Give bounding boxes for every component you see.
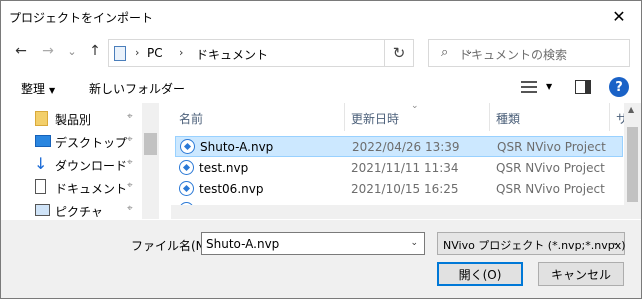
import-project-dialog: プロジェクトをインポート ✕ ← → ⌄ ↑ › PC › ドキュメント ⌄ ↻… (0, 0, 642, 299)
nav-item-desktop[interactable]: デスクトップ ⌖ (1, 130, 143, 152)
nav-scrollbar-thumb[interactable] (144, 133, 157, 155)
file-name: test06.nvp (199, 182, 264, 196)
nvivo-file-icon (179, 160, 194, 175)
file-date: 2022/04/26 13:39 (352, 140, 460, 154)
documents-location-icon (114, 46, 126, 61)
cancel-button[interactable]: キャンセル (538, 262, 624, 286)
file-date: 2021/10/15 16:25 (351, 182, 459, 196)
nvivo-file-icon (179, 181, 194, 196)
filename-value: Shuto-A.nvp (206, 237, 280, 251)
pin-icon: ⌖ (127, 157, 133, 168)
nav-item-products[interactable]: 製品別 ⌖ (1, 107, 143, 129)
nav-item-label: デスクトップ (55, 136, 128, 150)
desktop-icon (35, 135, 51, 147)
refresh-button[interactable]: ↻ (384, 39, 414, 67)
column-divider[interactable] (609, 103, 610, 131)
file-row[interactable]: Shuto-A.nvp 2022/04/26 13:39 QSR NVivo P… (175, 136, 623, 157)
pin-icon: ⌖ (127, 180, 133, 191)
scroll-up-icon[interactable]: ▲ (628, 105, 634, 114)
close-icon[interactable]: ✕ (597, 1, 641, 31)
pin-icon: ⌖ (127, 203, 133, 214)
column-divider[interactable] (489, 103, 490, 131)
preview-pane-icon[interactable] (575, 80, 591, 94)
breadcrumb-pc[interactable]: PC (147, 46, 163, 60)
nav-item-label: 製品別 (55, 113, 92, 127)
dialog-footer: ファイル名(N): Shuto-A.nvp ⌄ NVivo プロジェクト (*.… (1, 220, 641, 298)
pin-icon: ⌖ (127, 111, 133, 122)
search-icon: ⌕ (441, 45, 449, 60)
back-arrow-icon[interactable]: ← (11, 41, 31, 61)
download-icon: ↓ (34, 154, 48, 173)
forward-arrow-icon[interactable]: → (38, 41, 58, 61)
title-bar: プロジェクトをインポート ✕ (1, 1, 641, 33)
dialog-title: プロジェクトをインポート (9, 11, 154, 25)
pin-icon: ⌖ (127, 134, 133, 145)
organize-button[interactable]: 整理 ▼ (21, 80, 55, 97)
open-button[interactable]: 開く(O) (437, 262, 523, 286)
breadcrumb-separator-icon: › (179, 46, 184, 59)
recent-locations-icon[interactable]: ⌄ (62, 41, 82, 61)
file-type: QSR NVivo Project (496, 161, 605, 175)
search-input[interactable]: ⌕ ドキュメントの検索 (428, 39, 630, 67)
column-divider[interactable] (344, 103, 345, 131)
column-header-name[interactable]: 名前 (179, 110, 203, 127)
file-list: 名前 ⌄ 更新日時 種類 サ Shuto-A.nvp 2022/04/26 13… (171, 103, 641, 219)
toolbar: 整理 ▼ 新しいフォルダー ▼ ? (1, 76, 641, 102)
pictures-icon (35, 204, 50, 216)
address-bar[interactable]: › PC › ドキュメント ⌄ (108, 39, 473, 67)
search-placeholder: ドキュメントの検索 (459, 48, 568, 62)
view-options-icon[interactable] (521, 80, 537, 94)
up-arrow-icon[interactable]: ↑ (85, 41, 105, 61)
file-type: QSR NVivo Project (497, 140, 606, 154)
sort-chevron-icon: ⌄ (411, 103, 419, 111)
nvivo-file-icon (180, 139, 195, 154)
breadcrumb-separator-icon: › (135, 46, 140, 59)
breadcrumb-documents[interactable]: ドキュメント (196, 46, 268, 63)
help-icon[interactable]: ? (609, 77, 629, 97)
filetype-value: NVivo プロジェクト (*.nvp;*.nvpx) (443, 239, 626, 252)
file-name: test.nvp (199, 161, 249, 175)
organize-label: 整理 (21, 82, 46, 96)
column-header-date[interactable]: 更新日時 (351, 110, 399, 127)
chevron-down-icon: ⌄ (611, 238, 619, 248)
nav-item-label: ピクチャ (55, 205, 103, 219)
nav-item-documents[interactable]: ドキュメント ⌖ (1, 176, 143, 198)
nav-item-label: ダウンロード (55, 159, 128, 173)
list-header: 名前 ⌄ 更新日時 種類 サ (171, 103, 641, 131)
nav-scrollbar[interactable] (142, 103, 159, 219)
filetype-select[interactable]: NVivo プロジェクト (*.nvp;*.nvpx) ⌄ (437, 232, 626, 255)
documents-icon (35, 179, 46, 194)
file-row[interactable]: test06.nvp 2021/10/15 16:25 QSR NVivo Pr… (175, 179, 623, 200)
new-folder-button[interactable]: 新しいフォルダー (89, 80, 185, 97)
horizontal-scrollbar[interactable] (171, 205, 624, 219)
navigation-pane: 製品別 ⌖ デスクトップ ⌖ ↓ ダウンロード ⌖ ドキュメント ⌖ ピクチャ … (1, 103, 159, 219)
folder-icon (35, 111, 48, 126)
column-header-type[interactable]: 種類 (496, 110, 520, 127)
scrollbar-thumb[interactable] (627, 127, 638, 202)
filename-input[interactable]: Shuto-A.nvp ⌄ (201, 232, 425, 255)
file-row[interactable]: test.nvp 2021/11/11 11:34 QSR NVivo Proj… (175, 158, 623, 179)
view-dropdown-icon[interactable]: ▼ (546, 82, 552, 91)
nav-item-downloads[interactable]: ↓ ダウンロード ⌖ (1, 153, 143, 175)
file-name: Shuto-A.nvp (200, 140, 274, 154)
chevron-down-icon[interactable]: ⌄ (410, 238, 418, 248)
file-date: 2021/11/11 11:34 (351, 161, 459, 175)
nav-item-label: ドキュメント (55, 182, 128, 196)
chevron-down-icon: ▼ (49, 86, 56, 95)
refresh-icon: ↻ (392, 44, 406, 62)
nav-item-pictures[interactable]: ピクチャ ⌖ (1, 199, 143, 219)
address-row: ← → ⌄ ↑ › PC › ドキュメント ⌄ ↻ ⌕ ドキュメントの検索 (1, 37, 641, 67)
file-type: QSR NVivo Project (496, 182, 605, 196)
file-list-scrollbar[interactable]: ▲ (624, 103, 641, 219)
